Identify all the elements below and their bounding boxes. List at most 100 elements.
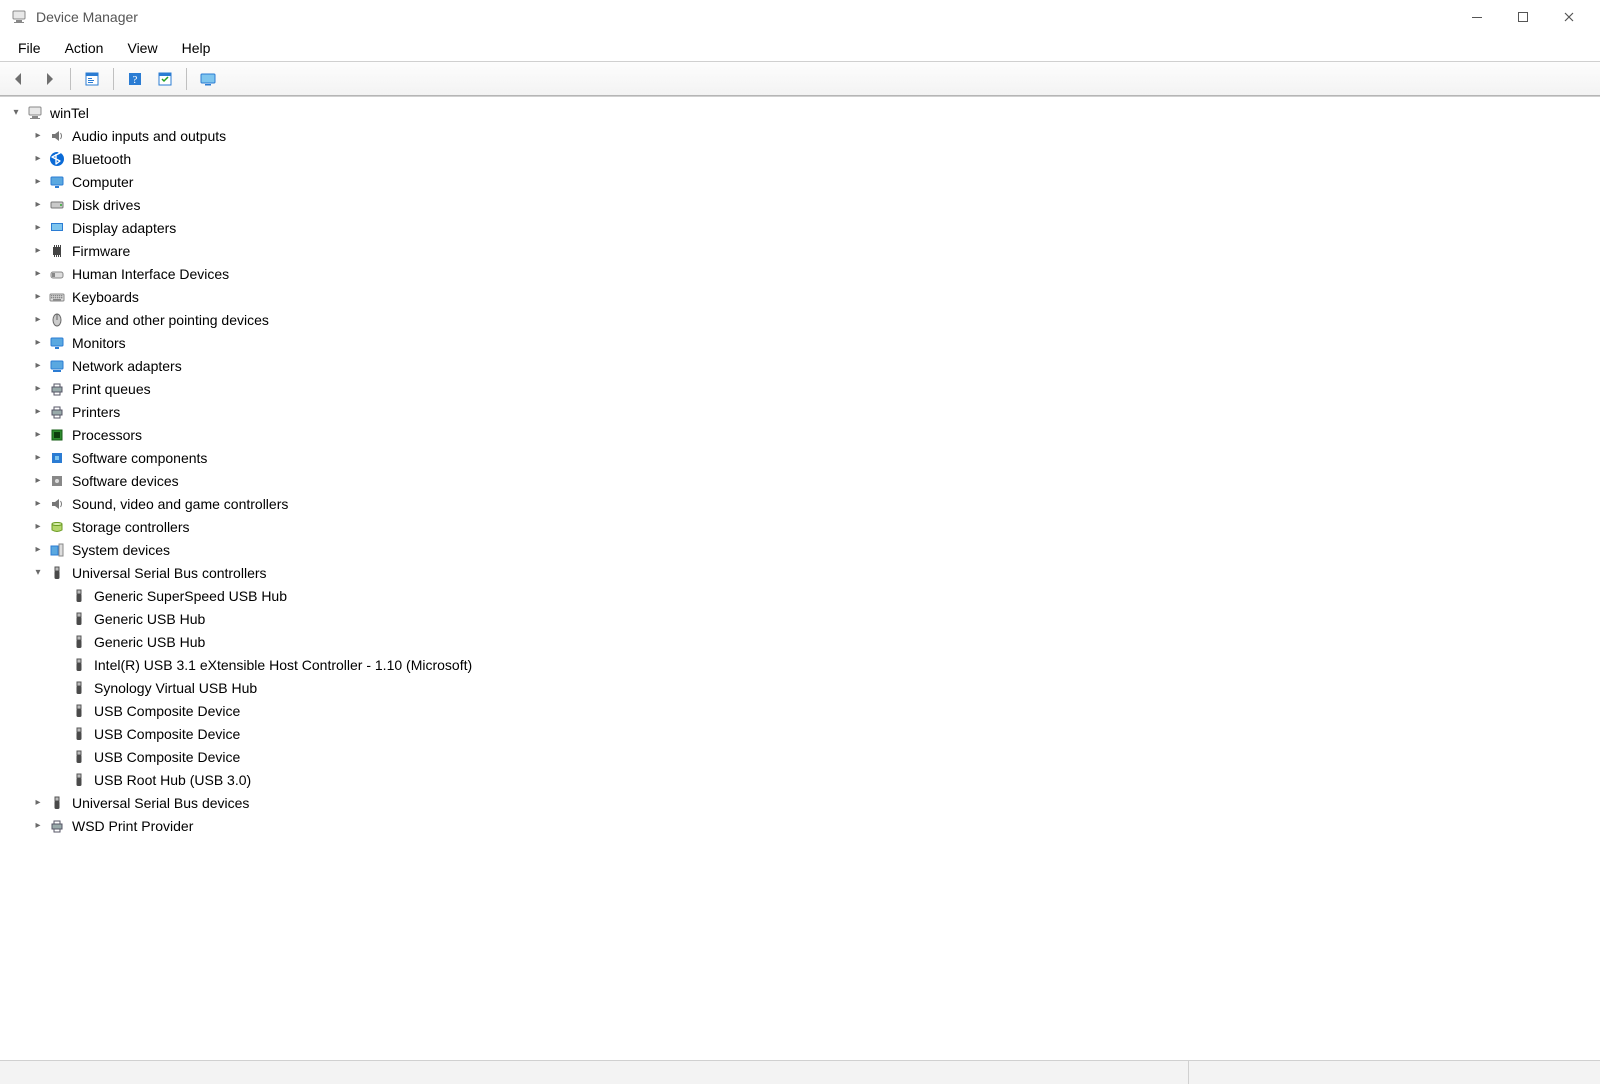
- storage-icon: [48, 518, 66, 536]
- expander-blank: ▸: [52, 588, 68, 604]
- tree-device[interactable]: ▸Generic USB Hub: [0, 607, 740, 630]
- tree-node-label: Processors: [72, 427, 142, 443]
- tree-node-label: Software devices: [72, 473, 179, 489]
- tree-category[interactable]: ▸Printers: [0, 400, 740, 423]
- usb-icon: [70, 771, 88, 789]
- chevron-right-icon[interactable]: ▸: [30, 266, 46, 282]
- chevron-right-icon[interactable]: ▸: [30, 427, 46, 443]
- tree-category[interactable]: ▸ Human Interface Devices: [0, 262, 740, 285]
- chevron-right-icon[interactable]: ▸: [30, 128, 46, 144]
- tree-device[interactable]: ▸Intel(R) USB 3.1 eXtensible Host Contro…: [0, 653, 740, 676]
- usb-icon: [70, 587, 88, 605]
- expander-blank: ▸: [52, 772, 68, 788]
- tree-category[interactable]: ▸ Software devices: [0, 469, 740, 492]
- menu-action[interactable]: Action: [53, 36, 116, 60]
- printer-icon: [48, 380, 66, 398]
- tree-category[interactable]: ▸Print queues: [0, 377, 740, 400]
- tree-category[interactable]: ▸ Disk drives: [0, 193, 740, 216]
- tree-category[interactable]: ▸Firmware: [0, 239, 740, 262]
- tree-device[interactable]: ▸USB Composite Device: [0, 699, 740, 722]
- component-icon: [48, 449, 66, 467]
- tree-root[interactable]: ▾winTel: [0, 101, 740, 124]
- toolbar-scan-button[interactable]: [152, 66, 178, 92]
- tree-category[interactable]: ▸WSD Print Provider: [0, 814, 740, 837]
- menu-file[interactable]: File: [6, 36, 53, 60]
- tree-device[interactable]: ▸ Generic SuperSpeed USB Hub: [0, 584, 740, 607]
- toolbar-back-button[interactable]: [6, 66, 32, 92]
- window-title: Device Manager: [36, 9, 138, 25]
- tree-device[interactable]: ▸Synology Virtual USB Hub: [0, 676, 740, 699]
- tree-category[interactable]: ▸Display adapters: [0, 216, 740, 239]
- toolbar-show-hidden-button[interactable]: [195, 66, 221, 92]
- toolbar-separator: [113, 68, 114, 90]
- tree-node-label: Mice and other pointing devices: [72, 312, 269, 328]
- tree-category[interactable]: ▸Universal Serial Bus devices: [0, 791, 740, 814]
- chevron-right-icon[interactable]: ▸: [30, 335, 46, 351]
- menu-help[interactable]: Help: [170, 36, 223, 60]
- audio-icon: [48, 127, 66, 145]
- tree-category[interactable]: ▸ System devices: [0, 538, 740, 561]
- tree-device[interactable]: ▸ USB Root Hub (USB 3.0): [0, 768, 740, 791]
- tree-node-label: Bluetooth: [72, 151, 131, 167]
- chevron-right-icon[interactable]: ▸: [30, 473, 46, 489]
- chevron-right-icon[interactable]: ▸: [30, 289, 46, 305]
- chevron-right-icon[interactable]: ▸: [30, 220, 46, 236]
- chevron-right-icon[interactable]: ▸: [30, 404, 46, 420]
- network-icon: [48, 357, 66, 375]
- chevron-right-icon[interactable]: ▸: [30, 818, 46, 834]
- system-icon: [48, 541, 66, 559]
- tree-node-label: USB Root Hub (USB 3.0): [94, 772, 251, 788]
- chevron-right-icon[interactable]: ▸: [30, 496, 46, 512]
- tree-node-label: Storage controllers: [72, 519, 190, 535]
- chevron-right-icon[interactable]: ▸: [30, 450, 46, 466]
- tree-category[interactable]: ▸Keyboards: [0, 285, 740, 308]
- toolbar-help-button[interactable]: ?: [122, 66, 148, 92]
- tree-device[interactable]: ▸USB Composite Device: [0, 722, 740, 745]
- tree-category[interactable]: ▸ Processors: [0, 423, 740, 446]
- chevron-right-icon[interactable]: ▸: [30, 519, 46, 535]
- tree-category[interactable]: ▸ Storage controllers: [0, 515, 740, 538]
- chevron-right-icon[interactable]: ▸: [30, 542, 46, 558]
- toolbar-separator: [70, 68, 71, 90]
- toolbar-forward-button[interactable]: [36, 66, 62, 92]
- tree-device[interactable]: ▸USB Composite Device: [0, 745, 740, 768]
- chevron-right-icon[interactable]: ▸: [30, 174, 46, 190]
- window-minimize-button[interactable]: [1454, 2, 1500, 32]
- tree-category[interactable]: ▸Monitors: [0, 331, 740, 354]
- tree-category[interactable]: ▸ Mice and other pointing devices: [0, 308, 740, 331]
- tree-category[interactable]: ▸ Bluetooth: [0, 147, 740, 170]
- tree-node-label: Disk drives: [72, 197, 140, 213]
- hid-icon: [48, 265, 66, 283]
- usb-icon: [70, 725, 88, 743]
- chevron-down-icon[interactable]: ▾: [30, 565, 46, 581]
- toolbar-properties-button[interactable]: [79, 66, 105, 92]
- printer-icon: [48, 817, 66, 835]
- device-tree[interactable]: ▾winTel▸Audio inputs and outputs▸Bluetoo…: [0, 97, 740, 1060]
- chevron-right-icon[interactable]: ▸: [30, 151, 46, 167]
- tree-category[interactable]: ▾Universal Serial Bus controllers: [0, 561, 740, 584]
- chevron-right-icon[interactable]: ▸: [30, 312, 46, 328]
- tree-category[interactable]: ▸Computer: [0, 170, 740, 193]
- tree-node-label: Generic SuperSpeed USB Hub: [94, 588, 287, 604]
- chevron-right-icon[interactable]: ▸: [30, 381, 46, 397]
- chevron-down-icon[interactable]: ▾: [8, 105, 24, 121]
- chevron-right-icon[interactable]: ▸: [30, 795, 46, 811]
- tree-category[interactable]: ▸Software components: [0, 446, 740, 469]
- menu-view[interactable]: View: [115, 36, 169, 60]
- tree-node-label: Human Interface Devices: [72, 266, 229, 282]
- tree-category[interactable]: ▸Audio inputs and outputs: [0, 124, 740, 147]
- tree-node-label: USB Composite Device: [94, 703, 240, 719]
- chevron-right-icon[interactable]: ▸: [30, 197, 46, 213]
- tree-category[interactable]: ▸Network adapters: [0, 354, 740, 377]
- tree-device[interactable]: ▸Generic USB Hub: [0, 630, 740, 653]
- usb-icon: [70, 748, 88, 766]
- chevron-right-icon[interactable]: ▸: [30, 243, 46, 259]
- tree-node-label: System devices: [72, 542, 170, 558]
- tree-category[interactable]: ▸Sound, video and game controllers: [0, 492, 740, 515]
- tree-node-label: Generic USB Hub: [94, 634, 205, 650]
- window-maximize-button[interactable]: [1500, 2, 1546, 32]
- disk-icon: [48, 196, 66, 214]
- statusbar-separator: [1188, 1061, 1189, 1084]
- chevron-right-icon[interactable]: ▸: [30, 358, 46, 374]
- window-close-button[interactable]: [1546, 2, 1592, 32]
